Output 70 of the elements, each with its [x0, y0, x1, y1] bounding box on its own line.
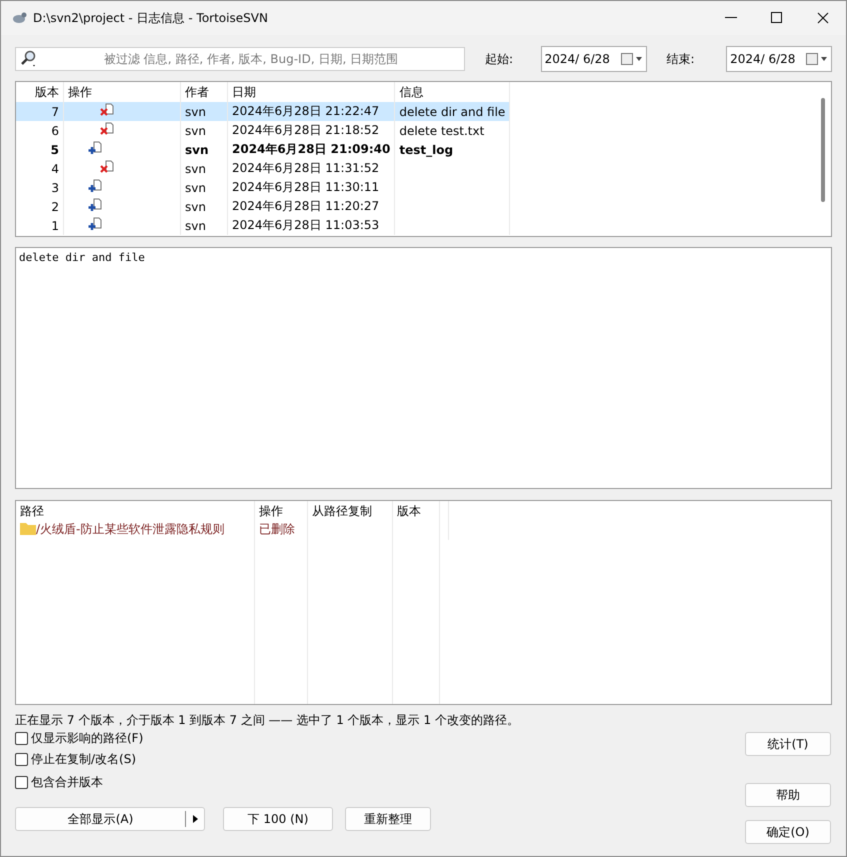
caret-icon: [192, 815, 198, 823]
date-picker[interactable]: 2024/ 6/28: [726, 46, 832, 72]
search-icon: [20, 50, 38, 68]
table-cell: svn: [180, 159, 228, 178]
table-cell: delete dir and file: [394, 102, 510, 121]
message-text: delete dir and file: [15, 247, 832, 489]
table-cell: 7: [16, 102, 64, 121]
table-cell: svn: [180, 216, 228, 235]
file-add-icon: [88, 198, 102, 212]
column-header[interactable]: 操作: [254, 501, 308, 521]
table-cell: 2: [16, 197, 64, 216]
table-cell: /火绒盾-防止某些软件泄露隐私规则: [16, 521, 254, 540]
from-label: 起始:: [485, 50, 514, 68]
table-cell: 2024年6月28日 21:09:40: [228, 140, 395, 159]
table-cell: 2024年6月28日 21:18:52: [228, 121, 395, 140]
calendar-icon: [620, 53, 642, 65]
table-cell: 2024年6月28日 11:20:27: [228, 197, 395, 216]
table-cell: 2024年6月28日 11:03:53: [228, 216, 395, 235]
log-row[interactable]: 3 svn 2024年6月28日 11:30:11: [16, 178, 510, 197]
table-cell: 3: [16, 178, 64, 197]
date-picker[interactable]: 2024/ 6/28: [540, 46, 646, 72]
log-row[interactable]: 2 svn 2024年6月28日 11:20:27: [16, 197, 510, 216]
table-cell: test_log: [394, 140, 510, 159]
checkbox-label: 包含合并版本: [31, 774, 103, 791]
table-cell: delete test.txt: [394, 121, 510, 140]
log-row[interactable]: 7 svn 2024年6月28日 21:22:47 delete dir and file: [16, 102, 510, 121]
table-cell: 2024年6月28日 11:30:11: [228, 178, 395, 197]
column-header[interactable]: 版本: [392, 501, 440, 521]
scrollbar[interactable]: [821, 98, 825, 202]
table-cell: 1: [16, 216, 64, 235]
help-button[interactable]: 帮助: [745, 783, 831, 807]
column-header[interactable]: 路径: [16, 501, 254, 521]
status-text: 正在显示 7 个版本，介于版本 1 到版本 7 之间 —— 选中了 1 个版本，显示 1 个改变的路径。: [14, 712, 520, 728]
file-add-icon: [88, 179, 102, 193]
table-cell: svn: [180, 121, 228, 140]
table-cell: svn: [180, 140, 228, 159]
checkbox-label: 停止在复制/改名(S): [31, 751, 136, 768]
table-cell: 2024年6月28日 11:31:52: [228, 159, 395, 178]
search-field[interactable]: 被过滤 信息, 路径, 作者, 版本, Bug-ID, 日期, 日期范围: [15, 47, 465, 71]
to-label: 结束:: [666, 50, 696, 68]
table-cell: svn: [180, 102, 228, 121]
window-title: D:\svn2\project - 日志信息 - TortoiseSVN: [33, 10, 269, 26]
checkbox[interactable]: [15, 753, 28, 766]
log-row[interactable]: 4 svn 2024年6月28日 11:31:52: [16, 159, 510, 178]
file-add-icon: [88, 217, 102, 231]
log-row[interactable]: 6 svn 2024年6月28日 21:18:52 delete test.txt: [16, 121, 510, 140]
file-delete-icon: [100, 160, 114, 174]
column-header[interactable]: 从路径复制: [308, 501, 392, 521]
log-row[interactable]: 5 svn 2024年6月28日 21:09:40 test_log: [16, 140, 510, 159]
folder-icon: [20, 522, 36, 535]
statistics-button[interactable]: 统计(T): [745, 732, 831, 756]
table-cell: 6: [16, 121, 64, 140]
table-cell: 2024年6月28日 21:22:47: [228, 102, 395, 121]
ok-button[interactable]: 确定(O): [745, 820, 831, 844]
show-all-button[interactable]: 全部显示(A): [15, 807, 205, 831]
table-cell: svn: [180, 197, 228, 216]
checkbox[interactable]: [15, 776, 28, 789]
next-button[interactable]: 下 100 (N): [223, 807, 333, 831]
calendar-icon: [806, 53, 828, 65]
refresh-button[interactable]: 重新整理: [345, 807, 431, 831]
file-delete-icon: [100, 122, 114, 136]
table-cell: svn: [180, 178, 228, 197]
table-cell: 已删除: [254, 521, 308, 540]
log-row[interactable]: 1 svn 2024年6月28日 11:03:53: [16, 216, 510, 235]
table-cell: 4: [16, 159, 64, 178]
checkbox[interactable]: [15, 732, 28, 745]
file-delete-icon: [100, 103, 114, 117]
checkbox-label: 仅显示影响的路径(F): [31, 730, 144, 747]
table-cell: 5: [16, 140, 64, 159]
file-add-icon: [88, 141, 102, 155]
